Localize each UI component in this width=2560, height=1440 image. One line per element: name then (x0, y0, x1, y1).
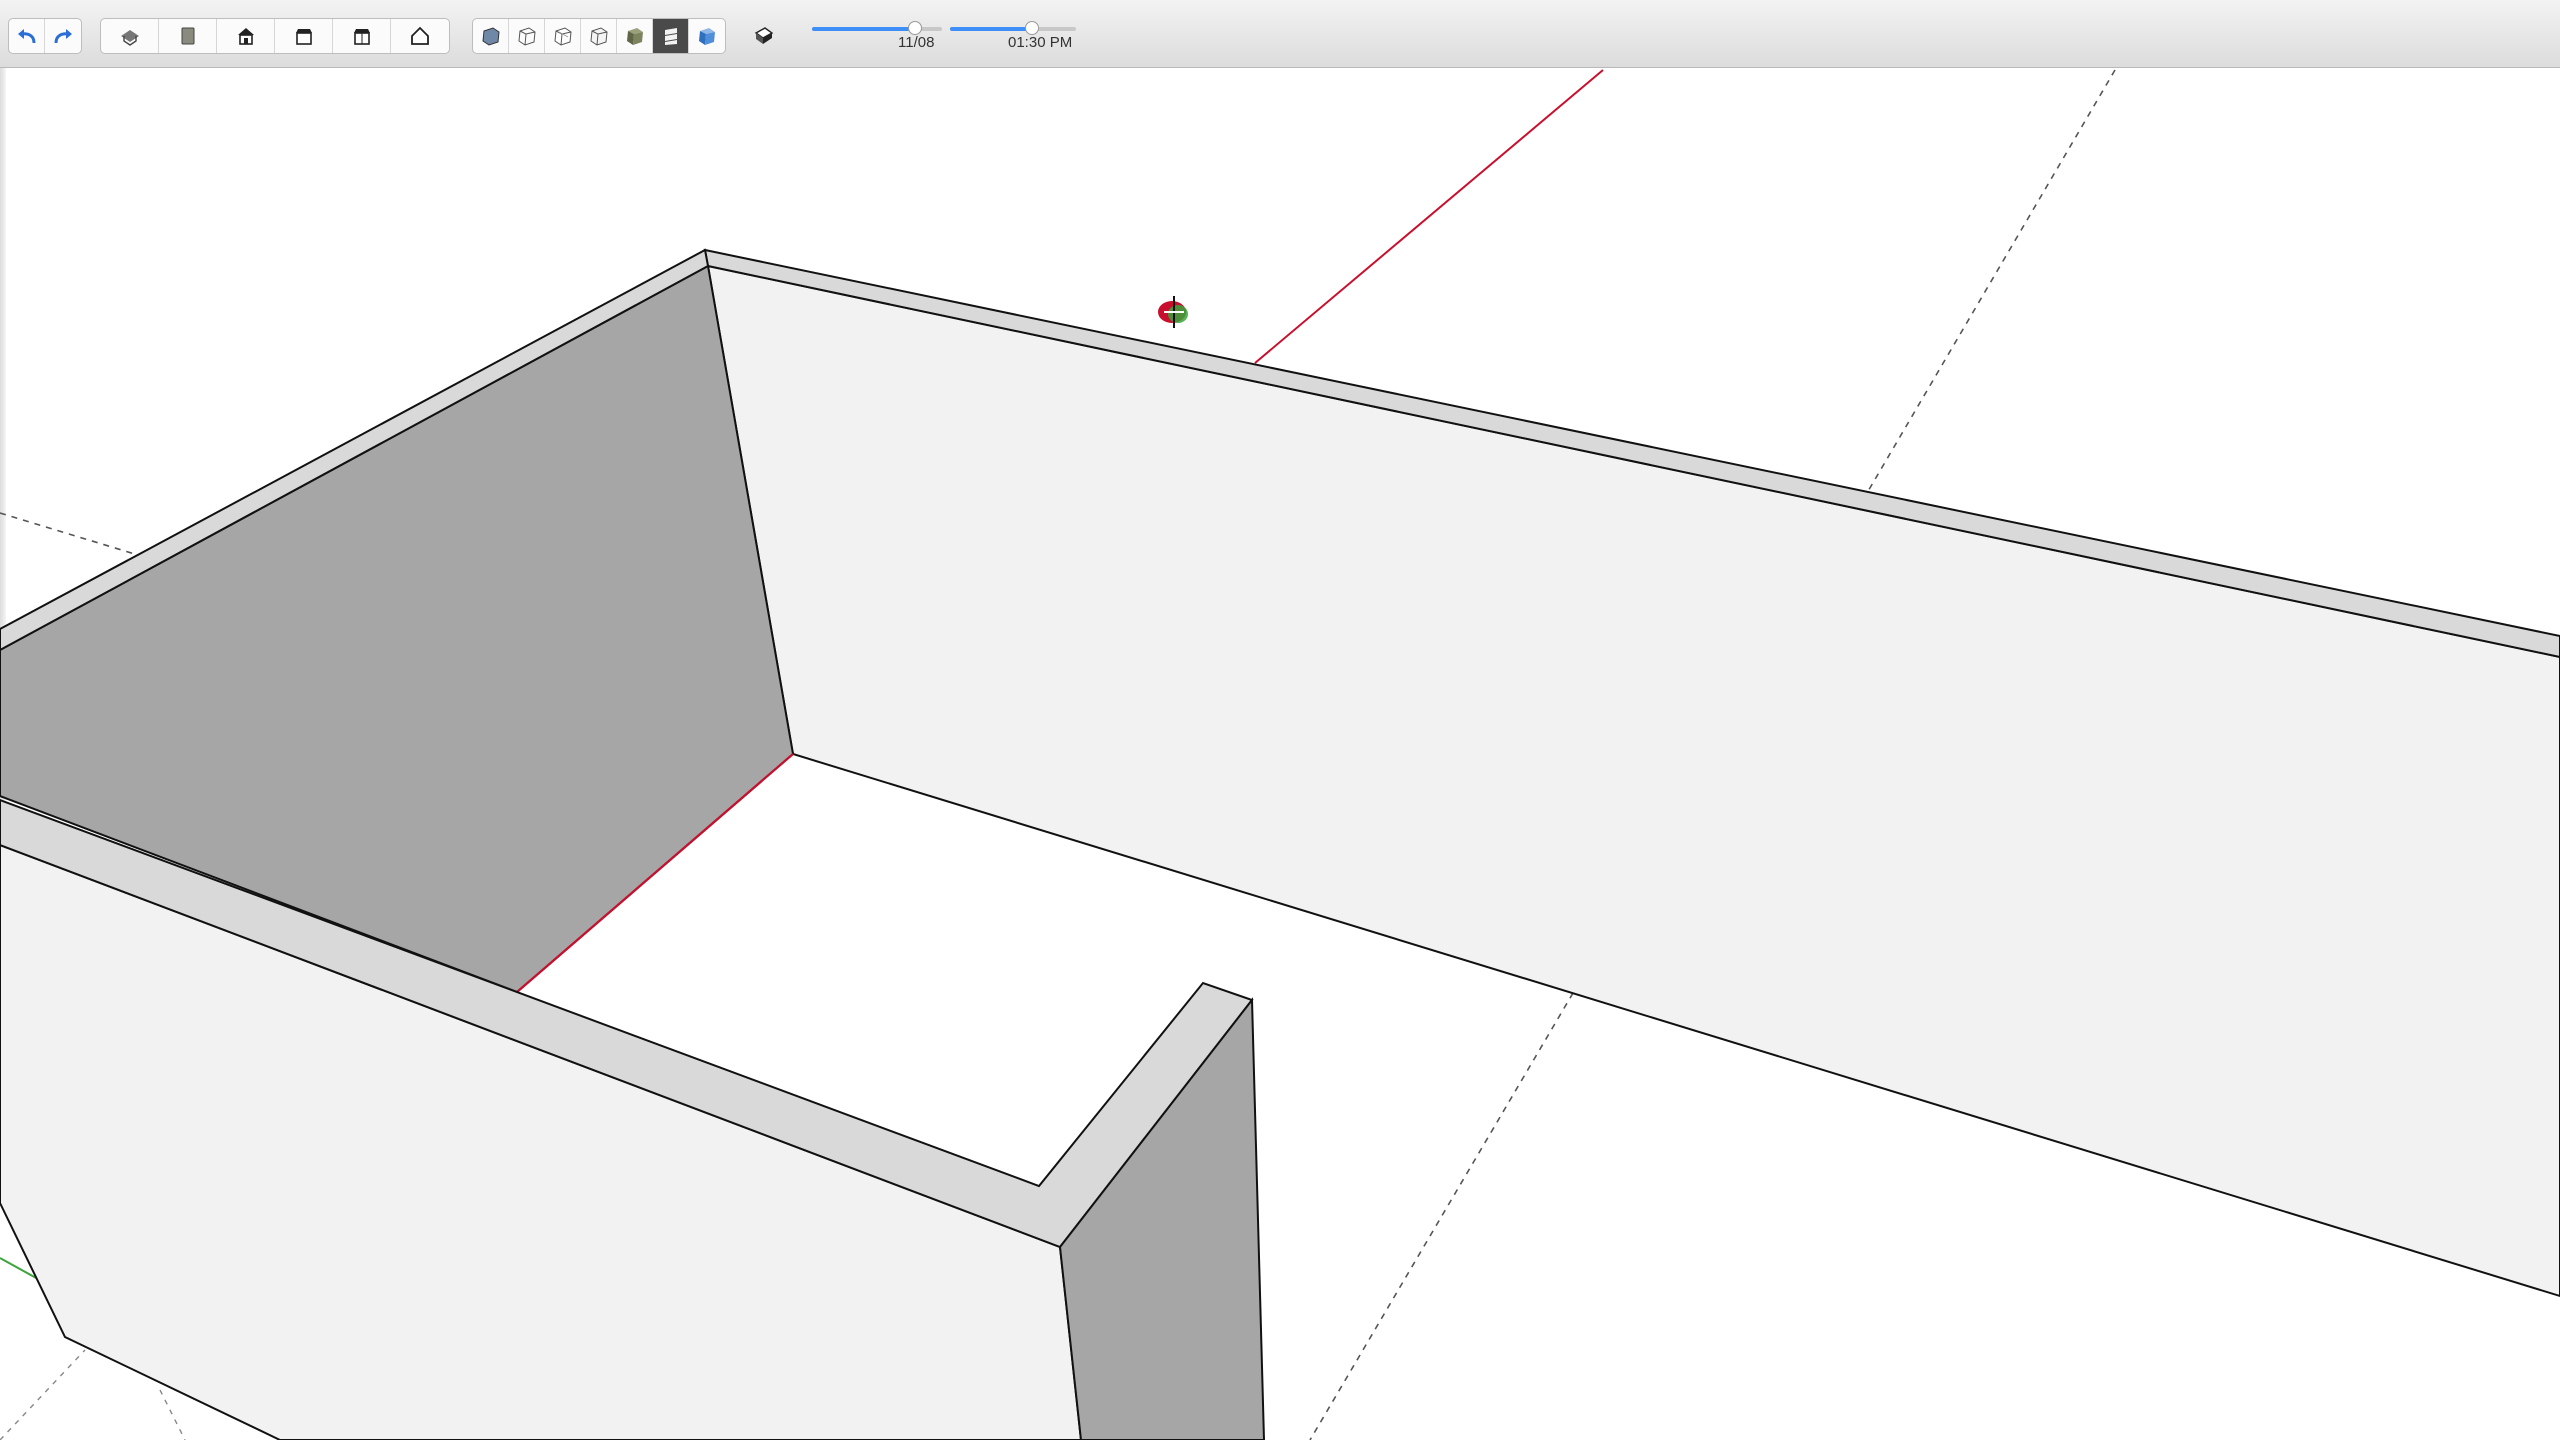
back-view-button[interactable] (333, 19, 391, 53)
monochrome-style-button[interactable] (653, 19, 689, 53)
dashed-guide-line (1309, 992, 1574, 1440)
date-slider-knob[interactable] (907, 21, 922, 35)
dashed-guide-line (159, 1389, 186, 1440)
shaded-style-button[interactable] (581, 19, 617, 53)
dashed-guide-line (1866, 69, 2116, 494)
hidden-line-style-icon (553, 27, 572, 46)
front-view-icon (237, 28, 254, 45)
standard-views-group (100, 18, 450, 54)
time-slider-fill (950, 27, 1032, 31)
iso-view-icon (120, 30, 139, 46)
xray-style-icon (481, 27, 500, 46)
hidden-line-style-button[interactable] (545, 19, 581, 53)
top-view-button[interactable] (159, 19, 217, 53)
date-slider-fill (812, 27, 915, 31)
colored-style-icon (699, 28, 715, 45)
right-view-icon (295, 29, 312, 45)
iso-view-button[interactable] (101, 19, 159, 53)
wireframe-style-icon (517, 27, 536, 46)
left-view-button[interactable] (391, 19, 449, 53)
time-slider[interactable]: 01:30 PM (950, 18, 1076, 58)
right-view-button[interactable] (275, 19, 333, 53)
time-slider-knob[interactable] (1024, 21, 1039, 35)
undo-button[interactable] (9, 19, 45, 53)
shaded-textures-style-button[interactable] (617, 19, 653, 53)
toolbar: 11/08 01:30 PM (0, 0, 2560, 68)
redo-button[interactable] (45, 19, 81, 53)
shaded-style-icon (589, 27, 608, 46)
undo-icon (17, 29, 35, 44)
wireframe-style-button[interactable] (509, 19, 545, 53)
shadows-toggle-button[interactable] (746, 19, 782, 53)
back-view-icon (353, 29, 370, 45)
top-view-icon (181, 27, 194, 45)
time-label: 01:30 PM (1008, 34, 1073, 51)
red-axis-line (1254, 69, 1604, 364)
xray-style-button[interactable] (473, 19, 509, 53)
face-styles-group (472, 18, 726, 54)
colored-style-button[interactable] (689, 19, 725, 53)
date-slider[interactable]: 11/08 (812, 18, 942, 58)
history-group (8, 18, 82, 54)
dashed-guide-line (0, 512, 139, 556)
model-viewport[interactable] (0, 68, 2560, 1440)
date-label: 11/08 (898, 34, 935, 51)
shaded-textures-style-icon (626, 28, 643, 45)
left-view-icon (411, 26, 429, 45)
redo-icon (54, 29, 72, 44)
back-wall-inner-face (706, 264, 2560, 1298)
monochrome-style-icon (664, 28, 677, 45)
dashed-guide-line (0, 1349, 86, 1440)
orbit-cursor-icon (1158, 296, 1188, 328)
front-view-button[interactable] (217, 19, 275, 53)
shadows-toggle-icon (754, 27, 774, 44)
